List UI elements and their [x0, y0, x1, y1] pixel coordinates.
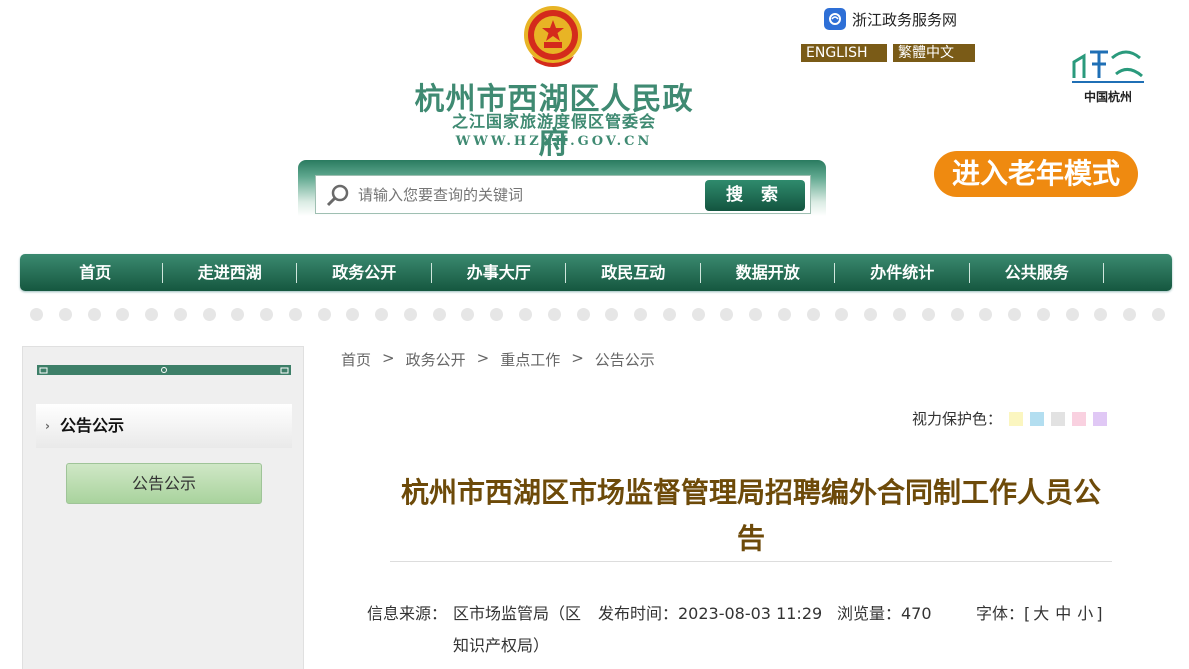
info-source: 区市场监管局（区知识产权局） [453, 604, 582, 655]
vision-protection-label: 视力保护色： [912, 410, 1003, 428]
breadcrumb-gov-affairs[interactable]: 政务公开 [406, 349, 466, 370]
search-bar: 搜 索 [315, 175, 811, 214]
font-size-switcher: 字体：[大中小] [976, 598, 1103, 630]
font-medium-link[interactable]: 中 [1055, 604, 1071, 623]
vision-swatch-gray[interactable] [1051, 411, 1066, 426]
nav-item-service-hall[interactable]: 办事大厅 [432, 254, 567, 291]
zhejiang-service-link[interactable]: 浙江政务服务网 [824, 8, 957, 30]
china-hangzhou-logo: 中国杭州 [1068, 44, 1148, 106]
nav-item-home[interactable]: 首页 [28, 254, 163, 291]
search-input[interactable] [358, 182, 698, 208]
traditional-chinese-link[interactable]: 繁體中文 [893, 44, 975, 62]
publish-time: 发布时间：2023-08-03 11:29 [598, 604, 823, 623]
breadcrumb-separator: > [382, 349, 395, 367]
font-small-link[interactable]: 小 [1077, 604, 1093, 623]
hangzhou-logo-text: 中国杭州 [1083, 90, 1132, 104]
breadcrumb-key-work[interactable]: 重点工作 [500, 349, 560, 370]
sidebar-heading-label: 公告公示 [60, 416, 125, 435]
vision-swatch-purple[interactable] [1093, 411, 1108, 426]
sidebar-item-announcements[interactable]: 公告公示 [66, 463, 262, 504]
national-emblem-icon [524, 6, 582, 67]
elderly-mode-button[interactable]: 进入老年模式 [934, 151, 1138, 197]
chevron-right-icon: › [45, 419, 50, 433]
nav-item-gov-affairs[interactable]: 政务公开 [297, 254, 432, 291]
breadcrumb-separator: > [476, 349, 490, 367]
breadcrumb: 首页 > 政务公开 > 重点工作 > 公告公示 [341, 349, 655, 370]
info-source-label: 信息来源： [367, 604, 448, 623]
site-subtitle: 之江国家旅游度假区管委会 [451, 112, 656, 131]
vision-swatch-yellow[interactable] [1009, 411, 1024, 426]
font-size-label: 字体：[ [976, 604, 1031, 623]
vision-swatch-pink[interactable] [1072, 411, 1087, 426]
title-divider [390, 561, 1112, 562]
main-nav: 首页 走进西湖 政务公开 办事大厅 政民互动 数据开放 办件统计 公共服务 [20, 254, 1172, 291]
hangzhou-logo-icon [1072, 50, 1144, 83]
sidebar-ornament [37, 365, 291, 375]
site-url: WWW.HZXH.GOV.CN [455, 134, 653, 149]
english-link[interactable]: ENGLISH [801, 44, 887, 62]
nav-item-statistics[interactable]: 办件统计 [835, 254, 970, 291]
font-size-bracket: ] [1096, 604, 1103, 623]
zhejiang-service-icon [824, 8, 846, 30]
sidebar: › 公告公示 公告公示 [22, 346, 304, 669]
breadcrumb-announcements[interactable]: 公告公示 [595, 349, 655, 370]
zhejiang-service-label: 浙江政务服务网 [852, 10, 958, 29]
breadcrumb-home[interactable]: 首页 [341, 349, 371, 370]
search-icon [326, 184, 349, 207]
search-button[interactable]: 搜 索 [705, 180, 805, 211]
decorative-dots [30, 308, 1165, 324]
nav-item-open-data[interactable]: 数据开放 [701, 254, 836, 291]
nav-item-interaction[interactable]: 政民互动 [566, 254, 701, 291]
font-large-link[interactable]: 大 [1033, 604, 1049, 623]
article-title: 杭州市西湖区市场监督管理局招聘编外合同制工作人员公告 [400, 476, 1101, 555]
nav-item-public-service[interactable]: 公共服务 [970, 254, 1105, 291]
vision-swatch-blue[interactable] [1030, 411, 1045, 426]
breadcrumb-separator: > [571, 349, 584, 367]
vision-protection: 视力保护色： [912, 408, 1108, 429]
view-count: 浏览量：470 [837, 604, 932, 623]
nav-item-about-xihu[interactable]: 走进西湖 [163, 254, 298, 291]
sidebar-heading: › 公告公示 [36, 404, 292, 448]
